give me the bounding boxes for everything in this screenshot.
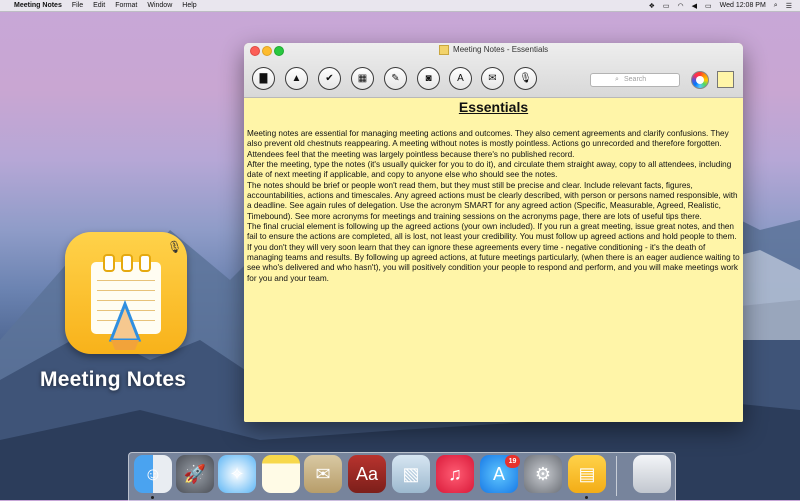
menu-format[interactable]: Format [115,2,137,9]
trash-icon[interactable] [633,455,671,493]
notes-icon[interactable] [262,455,300,493]
brush-icon: ✎ [391,73,400,84]
preview-icon[interactable]: ▧ [392,455,430,493]
checkmark-button[interactable]: ✔ [318,67,341,90]
menu-help[interactable]: Help [182,2,196,9]
window-title: Meeting Notes - Essentials [453,45,549,55]
menu-file[interactable]: File [72,2,83,9]
microphone-icon: 🎙 [167,240,183,254]
mail-stamp-icon[interactable]: ✉ [304,455,342,493]
title-bar[interactable]: Meeting Notes - Essentials ▇ ▲ ✔ ▦ ✎ ◙ A ✉ 🎙 ⌕ S… [244,43,743,98]
note-paragraph[interactable]: The notes should be brief or people won'… [247,181,740,222]
clock[interactable]: Wed 12:08 PM [720,2,766,9]
microphone-icon: 🎙 [519,73,532,84]
finder-icon[interactable]: ☺ [134,455,172,493]
launchpad-icon[interactable]: 🚀 [176,455,214,493]
note-paragraph[interactable]: Meeting notes are essential for managing… [247,129,740,160]
menu-bar: Meeting Notes File Edit Format Window He… [0,0,800,12]
new-note-button[interactable]: ▇ [252,67,275,90]
volume-icon[interactable]: ◀ [692,2,697,10]
running-indicator [585,496,588,499]
itunes-icon[interactable]: ♫ [436,455,474,493]
menu-app-name[interactable]: Meeting Notes [14,2,62,9]
note-paragraph[interactable]: The final crucial element is following u… [247,222,740,284]
dock-divider [616,456,617,496]
meeting-notes-dock-icon[interactable]: ▤ [568,455,606,493]
safari-icon[interactable]: ✧ [218,455,256,493]
eject-icon: ▲ [291,73,302,84]
note-editor[interactable]: Essentials Meeting notes are essential f… [244,98,743,422]
menu-window[interactable]: Window [147,2,172,9]
print-button[interactable]: ▦ [351,67,374,90]
note-paragraph[interactable]: After the meeting, type the notes (it's … [247,160,740,181]
note-heading[interactable]: Essentials [244,99,743,115]
airplay-icon[interactable]: ▭ [663,2,670,10]
checkmark-icon: ✔ [325,73,334,84]
microphone-button[interactable]: 🎙 [514,67,537,90]
search-field[interactable]: ⌕ Search [590,73,680,87]
spotlight-icon[interactable]: ⌕ [774,2,778,10]
mail-button[interactable]: ✉ [481,67,504,90]
meeting-notes-window: Meeting Notes - Essentials ▇ ▲ ✔ ▦ ✎ ◙ A ✉ 🎙 ⌕ S… [244,43,743,422]
pencil-icon [108,300,142,350]
eject-button[interactable]: ▲ [285,67,308,90]
running-indicator [151,496,154,499]
color-wheel-button[interactable] [691,71,709,89]
camera-icon: ◙ [425,73,432,84]
battery-icon[interactable]: ▭ [705,2,712,10]
menu-edit[interactable]: Edit [93,2,105,9]
document-icon [438,45,449,55]
camera-button[interactable]: ◙ [417,67,440,90]
note-body[interactable]: Meeting notes are essential for managing… [247,129,740,284]
background-color-swatch[interactable] [717,71,734,88]
dropbox-icon[interactable]: ❖ [649,2,655,10]
notification-center-icon[interactable]: ☰ [786,2,792,10]
search-icon: ⌕ [615,76,619,83]
mail-icon: ✉ [488,73,497,84]
meeting-notes-app-icon[interactable]: 🎙 [65,232,187,354]
brush-button[interactable]: ✎ [384,67,407,90]
app-icon-label: Meeting Notes [40,368,187,391]
system-preferences-icon[interactable]: ⚙ [524,455,562,493]
app-store-badge: 19 [505,455,520,468]
search-placeholder: Search [624,76,647,83]
dictionary-icon[interactable]: Aa [348,455,386,493]
wifi-icon[interactable]: ◠ [677,2,683,10]
font-button[interactable]: A [449,67,472,90]
new-note-icon: ▇ [259,73,268,84]
font-icon: A [457,73,464,84]
print-icon: ▦ [357,73,368,84]
